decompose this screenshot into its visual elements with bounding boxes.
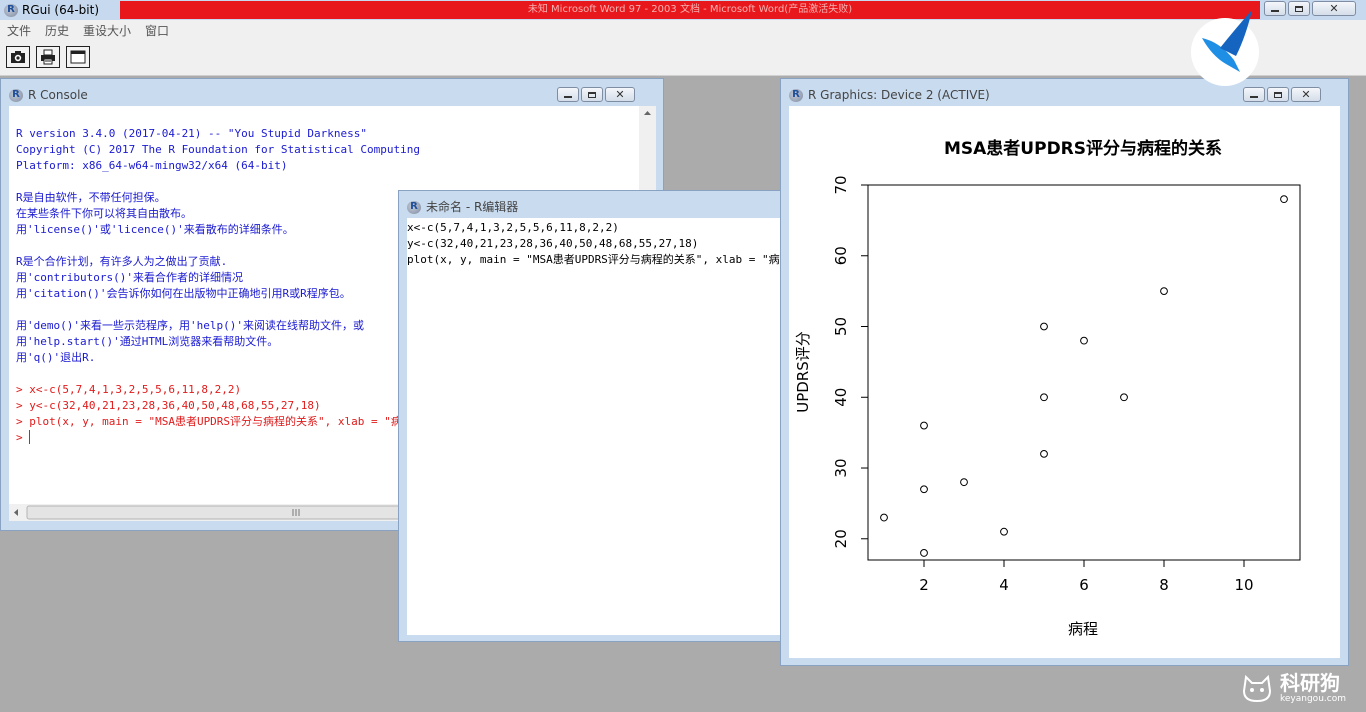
editor-line: x<-c(5,7,4,1,3,2,5,5,6,11,8,2,2) — [407, 221, 619, 234]
console-output-line: R version 3.4.0 (2017-04-21) -- "You Stu… — [16, 127, 367, 140]
graphics-titlebar: R R Graphics: Device 2 (ACTIVE) — [789, 87, 990, 103]
window-icon — [70, 50, 86, 64]
editor-titlebar: R 未命名 - R编辑器 — [407, 199, 518, 215]
copy-to-clipboard-button[interactable] — [6, 46, 30, 68]
scatter-plot: MSA患者UPDRS评分与病程的关系 2 4 6 8 10 20 30 40 50 60 70 病… — [794, 138, 1301, 638]
app-window-controls: ✕ — [1264, 1, 1356, 16]
graphics-close-button[interactable]: ✕ — [1291, 87, 1321, 102]
app-maximize-button[interactable] — [1288, 1, 1310, 16]
print-button[interactable] — [36, 46, 60, 68]
y-tick-label: 70 — [832, 175, 850, 194]
console-window-controls: ✕ — [557, 87, 635, 102]
console-window-button[interactable] — [66, 46, 90, 68]
x-tick-label: 10 — [1234, 576, 1253, 594]
y-tick-label: 40 — [832, 388, 850, 407]
editor-text-area[interactable]: x<-c(5,7,4,1,3,2,5,5,6,11,8,2,2) y<-c(32… — [407, 218, 781, 635]
r-graphics-window: R R Graphics: Device 2 (ACTIVE) ✕ MSA患者U… — [780, 78, 1349, 666]
watermark-text: 科研狗 keyangou.com — [1280, 672, 1346, 704]
r-editor-window: R 未命名 - R编辑器 x<-c(5,7,4,1,3,2,5,5,6,11,8… — [398, 190, 788, 642]
data-point — [960, 478, 968, 487]
data-point — [920, 549, 928, 557]
menu-bar: 文件 历史 重设大小 窗口 — [0, 20, 1366, 40]
maximize-icon — [588, 91, 596, 98]
graphics-window-controls: ✕ — [1243, 87, 1321, 102]
console-output-line: Platform: x86_64-w64-mingw32/x64 (64-bit… — [16, 159, 288, 172]
app-titlebar: 未知 Microsoft Word 97 - 2003 文档 - Microso… — [0, 0, 1366, 20]
toolbar — [0, 40, 1366, 76]
r-logo-icon: R — [789, 88, 803, 102]
watermark: 科研狗 keyangou.com — [1240, 668, 1360, 708]
minimize-icon — [1250, 96, 1258, 98]
restore-icon — [1295, 5, 1303, 12]
minimize-icon — [564, 96, 572, 98]
console-output-line: Copyright (C) 2017 The R Foundation for … — [16, 143, 420, 156]
r-logo-icon: R — [407, 200, 421, 214]
watermark-brand: 科研狗 — [1280, 671, 1340, 695]
maximize-icon — [1274, 91, 1282, 98]
app-title-text: RGui (64-bit) — [22, 3, 100, 17]
x-tick-label: 2 — [919, 576, 929, 594]
console-titlebar: R R Console — [9, 87, 88, 103]
menu-file[interactable]: 文件 — [0, 22, 38, 39]
x-tick-label: 6 — [1079, 576, 1089, 594]
minimize-icon — [1271, 10, 1279, 12]
printer-icon — [41, 49, 55, 65]
x-tick-label: 4 — [999, 576, 1009, 594]
data-point — [1000, 527, 1008, 536]
x-axis-label: 病程 — [1068, 620, 1098, 638]
close-icon: ✕ — [1301, 88, 1311, 101]
y-tick-label: 20 — [832, 529, 850, 548]
camera-icon — [11, 51, 25, 63]
console-title: R Console — [28, 88, 88, 102]
editor-line: plot(x, y, main = "MSA患者UPDRS评分与病程的关系", … — [407, 253, 781, 266]
app-title: R RGui (64-bit) — [4, 0, 99, 20]
dog-logo-icon — [1242, 674, 1272, 703]
r-logo-icon: R — [9, 88, 23, 102]
graphics-canvas[interactable]: MSA患者UPDRS评分与病程的关系 2 4 6 8 10 20 30 40 50 60 70 病… — [789, 106, 1340, 658]
text-cursor — [29, 430, 31, 444]
editor-title: 未命名 - R编辑器 — [426, 200, 519, 214]
data-point — [1040, 449, 1048, 458]
close-icon: ✕ — [1329, 2, 1339, 15]
menu-resize[interactable]: 重设大小 — [76, 22, 138, 39]
data-point — [1280, 195, 1288, 204]
chart-title: MSA患者UPDRS评分与病程的关系 — [944, 138, 1222, 159]
close-icon: ✕ — [615, 88, 625, 101]
console-close-button[interactable]: ✕ — [605, 87, 635, 102]
y-tick-label: 50 — [832, 317, 850, 336]
app-minimize-button[interactable] — [1264, 1, 1286, 16]
watermark-site: keyangou.com — [1280, 694, 1346, 704]
graphics-minimize-button[interactable] — [1243, 87, 1265, 102]
data-point — [880, 513, 888, 522]
x-tick-label: 8 — [1159, 576, 1169, 594]
app-close-button[interactable]: ✕ — [1312, 1, 1356, 16]
y-axis: 20 30 40 50 60 70 — [832, 175, 868, 548]
data-points — [880, 195, 1288, 557]
data-point — [1120, 393, 1128, 402]
plot-region — [867, 184, 1301, 561]
editor-line: y<-c(32,40,21,23,28,36,40,50,48,68,55,27… — [407, 237, 699, 250]
graphics-title: R Graphics: Device 2 (ACTIVE) — [808, 88, 990, 102]
menu-window[interactable]: 窗口 — [138, 22, 176, 39]
r-logo-icon: R — [4, 3, 18, 17]
menu-history[interactable]: 历史 — [38, 22, 76, 39]
data-point — [1080, 336, 1088, 345]
data-point — [1160, 287, 1168, 296]
data-point — [1040, 393, 1048, 402]
data-point — [1040, 322, 1048, 331]
graphics-maximize-button[interactable] — [1267, 87, 1289, 102]
data-point — [920, 421, 928, 430]
bird-logo-icon — [1191, 10, 1259, 86]
y-tick-label: 60 — [832, 246, 850, 265]
x-axis: 2 4 6 8 10 — [919, 560, 1254, 594]
y-axis-label: UPDRS评分 — [794, 331, 812, 413]
scroll-up-arrow-icon — [644, 111, 651, 115]
console-maximize-button[interactable] — [581, 87, 603, 102]
data-point — [920, 485, 928, 494]
y-tick-label: 30 — [832, 458, 850, 477]
console-minimize-button[interactable] — [557, 87, 579, 102]
background-banner: 未知 Microsoft Word 97 - 2003 文档 - Microso… — [120, 1, 1260, 19]
